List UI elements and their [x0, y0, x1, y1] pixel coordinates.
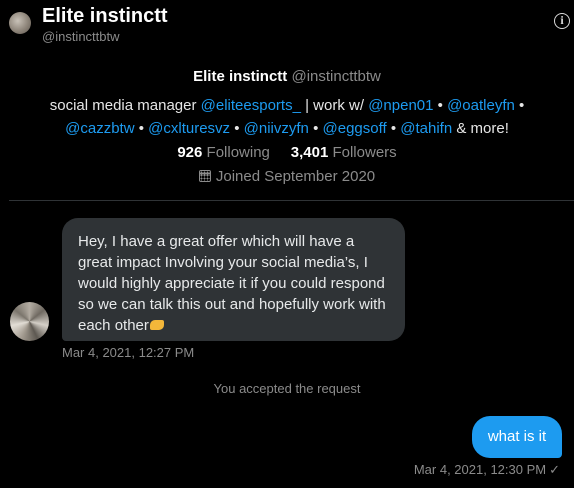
sent-check-icon: ✓ [549, 462, 560, 477]
handshake-emoji-icon [149, 320, 164, 330]
joined-date: Joined September 2020 [0, 167, 574, 187]
divider [9, 200, 574, 201]
following-count: 926 [177, 144, 203, 161]
incoming-message-bubble[interactable]: Hey, I have a great offer which will hav… [62, 218, 405, 341]
profile-bio: social media manager @eliteesports_ | wo… [0, 94, 574, 140]
bio-mention-link[interactable]: @npen01 [368, 97, 433, 114]
profile-handle[interactable]: @instincttbtw [291, 68, 380, 85]
header-avatar[interactable] [9, 12, 31, 34]
bio-mention-link[interactable]: @tahifn [400, 120, 452, 137]
request-accepted-notice: You accepted the request [213, 381, 361, 396]
calendar-icon [198, 170, 211, 182]
info-icon[interactable]: i [554, 13, 570, 29]
followers-label: Followers [332, 144, 397, 161]
message-line: Hey, I have a great offer which will hav… [78, 233, 355, 250]
message-line: so we can talk this out and hopefully wo… [78, 296, 386, 313]
bio-line-2: @cazzbtw • @cxlturesvz • @niivzyfn • @eg… [0, 117, 574, 140]
bio-separator: • [308, 120, 323, 137]
outgoing-timestamp-text: Mar 4, 2021, 12:30 PM [413, 462, 547, 477]
bio-separator: • [134, 120, 149, 137]
bio-mention-link[interactable]: @cxlturesvz [148, 120, 230, 137]
bio-mention-link[interactable]: @cazzbtw [65, 120, 134, 137]
conversation-header: Elite instinctt @instincttbtw i [0, 0, 574, 52]
profile-summary: Elite instinctt @instincttbtw social med… [0, 67, 574, 187]
bio-line-1: social media manager @eliteesports_ | wo… [0, 94, 574, 117]
incoming-timestamp: Mar 4, 2021, 12:27 PM [62, 345, 195, 360]
bio-separator: • [514, 97, 525, 114]
bio-text: & more! [452, 120, 509, 137]
bio-mention-link[interactable]: @eliteesports_ [201, 97, 301, 114]
sender-avatar[interactable] [10, 302, 49, 341]
followers-count: 3,401 [290, 144, 329, 161]
followers-stat[interactable]: 3,401 Followers [291, 144, 397, 161]
bio-text: social media manager [49, 97, 201, 114]
bio-separator: • [230, 120, 244, 137]
outgoing-timestamp: Mar 4, 2021, 12:30 PM ✓ [414, 462, 560, 478]
bio-separator: • [386, 120, 401, 137]
outgoing-message-bubble[interactable]: what is it [472, 416, 562, 458]
joined-text: Joined September 2020 [215, 168, 376, 185]
profile-name[interactable]: Elite instinctt [193, 68, 287, 85]
message-line: great impact Involving your social media… [78, 254, 368, 271]
profile-stats: 926 Following 3,401 Followers [0, 143, 574, 163]
profile-title: Elite instinctt @instincttbtw [0, 67, 574, 87]
header-name[interactable]: Elite instinctt [42, 5, 168, 28]
bio-mention-link[interactable]: @niivzyfn [244, 120, 309, 137]
message-line: would highly appreciate it if you could … [78, 275, 385, 292]
header-handle[interactable]: @instincttbtw [42, 29, 120, 44]
bio-mention-link[interactable]: @eggsoff [323, 120, 387, 137]
bio-mention-link[interactable]: @oatleyfn [447, 97, 515, 114]
message-line: each other [78, 315, 393, 336]
following-label: Following [206, 144, 270, 161]
bio-text: | work w/ [300, 97, 369, 114]
message-line-text: each other [78, 317, 149, 334]
following-stat[interactable]: 926 Following [177, 144, 270, 161]
bio-separator: • [433, 97, 448, 114]
